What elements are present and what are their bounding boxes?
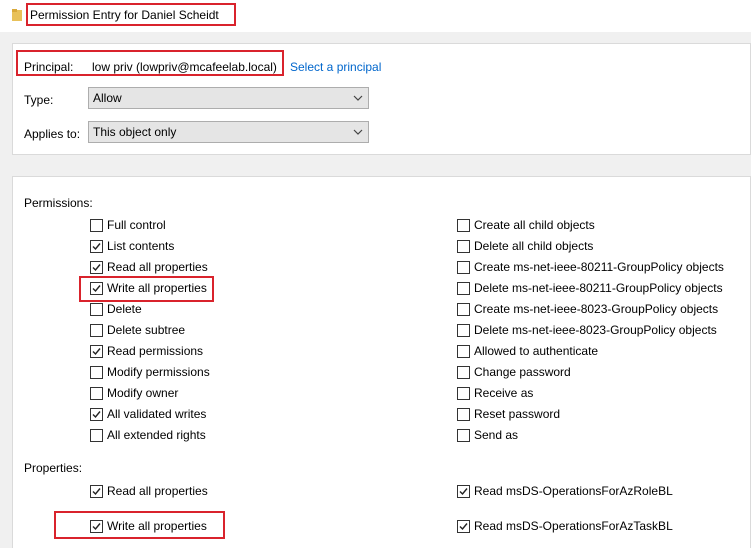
- checkbox-label: Delete subtree: [107, 323, 186, 337]
- title-bar: Permission Entry for Daniel Scheidt: [0, 0, 751, 32]
- checkbox-send-as[interactable]: Send as: [457, 427, 518, 443]
- checkbox-change-password[interactable]: Change password: [457, 364, 571, 380]
- checkbox-label: Read permissions: [107, 344, 204, 358]
- permissions-group: Permissions: Full control List contents Re…: [12, 176, 751, 548]
- type-dropdown-value: Allow: [93, 91, 122, 105]
- checkmark-icon[interactable]: [457, 519, 470, 533]
- checkbox-label: Modify owner: [107, 386, 179, 400]
- checkbox-create-all-child-objects[interactable]: Create all child objects: [457, 217, 595, 233]
- checkbox-label: Read msDS-OperationsForAzRoleBL: [474, 484, 673, 498]
- checkbox-label: Full control: [107, 218, 166, 232]
- checkbox-label: Create all child objects: [474, 218, 595, 232]
- checkbox-box[interactable]: [90, 323, 103, 337]
- checkbox-delete-ms-net-ieee-8023-grouppolicy-objects[interactable]: Delete ms-net-ieee-8023-GroupPolicy obje…: [457, 322, 717, 338]
- checkbox-delete[interactable]: Delete: [90, 301, 142, 317]
- checkbox-box[interactable]: [90, 386, 103, 400]
- principal-value: low priv (lowpriv@mcafeelab.local): [92, 60, 277, 74]
- chevron-down-icon: [353, 95, 363, 101]
- checkbox-label: All validated writes: [107, 407, 207, 421]
- checkbox-label: Read msDS-OperationsForAzTaskBL: [474, 519, 673, 533]
- checkbox-label: Receive as: [474, 386, 534, 400]
- checkbox-box[interactable]: [90, 302, 103, 316]
- checkbox-all-validated-writes[interactable]: All validated writes: [90, 406, 206, 422]
- checkmark-icon[interactable]: [90, 239, 103, 253]
- checkbox-write-all-properties[interactable]: Write all properties: [90, 280, 207, 296]
- checkbox-modify-owner[interactable]: Modify owner: [90, 385, 178, 401]
- checkbox-full-control[interactable]: Full control: [90, 217, 166, 233]
- checkbox-box[interactable]: [457, 260, 470, 274]
- checkbox-read-all-properties[interactable]: Read all properties: [90, 483, 208, 499]
- checkbox-box[interactable]: [90, 365, 103, 379]
- checkbox-delete-all-child-objects[interactable]: Delete all child objects: [457, 238, 593, 254]
- checkbox-receive-as[interactable]: Receive as: [457, 385, 533, 401]
- chevron-down-icon: [353, 129, 363, 135]
- type-dropdown[interactable]: Allow: [88, 87, 369, 109]
- checkbox-write-all-properties[interactable]: Write all properties: [90, 518, 207, 534]
- checkbox-delete-subtree[interactable]: Delete subtree: [90, 322, 185, 338]
- checkbox-box[interactable]: [457, 239, 470, 253]
- checkmark-icon[interactable]: [90, 484, 103, 498]
- checkbox-box[interactable]: [457, 218, 470, 232]
- applies-to-label: Applies to:: [24, 127, 81, 141]
- checkbox-box[interactable]: [457, 365, 470, 379]
- checkbox-box[interactable]: [457, 344, 470, 358]
- select-principal-link[interactable]: Select a principal: [290, 60, 381, 74]
- checkbox-read-msds-operationsforaztaskbl[interactable]: Read msDS-OperationsForAzTaskBL: [457, 518, 673, 534]
- window-title: Permission Entry for Daniel Scheidt: [30, 8, 219, 22]
- checkbox-label: Send as: [474, 428, 519, 442]
- checkbox-label: Delete ms-net-ieee-80211-GroupPolicy obj…: [474, 281, 723, 295]
- principal-label: Principal:: [24, 60, 74, 74]
- checkbox-box[interactable]: [457, 386, 470, 400]
- checkbox-read-msds-operationsforazrolebl[interactable]: Read msDS-OperationsForAzRoleBL: [457, 483, 673, 499]
- top-pane: Principal: low priv (lowpriv@mcafeelab.l…: [0, 32, 751, 166]
- checkbox-label: Reset password: [474, 407, 561, 421]
- checkbox-label: Create ms-net-ieee-8023-GroupPolicy obje…: [474, 302, 719, 316]
- checkbox-label: Delete all child objects: [474, 239, 594, 253]
- checkbox-create-ms-net-ieee-80211-grouppolicy-objects[interactable]: Create ms-net-ieee-80211-GroupPolicy obj…: [457, 259, 724, 275]
- principal-group: Principal: low priv (lowpriv@mcafeelab.l…: [12, 43, 751, 155]
- checkbox-read-all-properties[interactable]: Read all properties: [90, 259, 208, 275]
- bottom-pane: Permissions: Full control List contents Re…: [0, 166, 751, 548]
- checkbox-label: Modify permissions: [107, 365, 210, 379]
- type-label: Type:: [24, 93, 54, 107]
- checkbox-label: Delete ms-net-ieee-8023-GroupPolicy obje…: [474, 323, 717, 337]
- checkbox-modify-permissions[interactable]: Modify permissions: [90, 364, 210, 380]
- checkbox-box[interactable]: [457, 407, 470, 421]
- permissions-heading: Permissions:: [24, 196, 93, 210]
- checkbox-list-contents[interactable]: List contents: [90, 238, 174, 254]
- checkbox-label: Write all properties: [107, 519, 207, 533]
- checkbox-label: Write all properties: [107, 281, 207, 295]
- checkbox-box[interactable]: [457, 302, 470, 316]
- applies-to-dropdown-value: This object only: [93, 125, 177, 139]
- checkbox-label: Change password: [474, 365, 571, 379]
- checkmark-icon[interactable]: [90, 281, 103, 295]
- properties-heading: Properties:: [24, 461, 83, 475]
- checkbox-create-ms-net-ieee-8023-grouppolicy-objects[interactable]: Create ms-net-ieee-8023-GroupPolicy obje…: [457, 301, 718, 317]
- checkbox-label: Read all properties: [107, 260, 208, 274]
- applies-to-dropdown[interactable]: This object only: [88, 121, 369, 143]
- checkmark-icon[interactable]: [90, 260, 103, 274]
- checkbox-box[interactable]: [457, 281, 470, 295]
- checkbox-box[interactable]: [90, 218, 103, 232]
- checkbox-label: Delete: [107, 302, 142, 316]
- checkmark-icon[interactable]: [90, 407, 103, 421]
- checkbox-allowed-to-authenticate[interactable]: Allowed to authenticate: [457, 343, 598, 359]
- checkbox-all-extended-rights[interactable]: All extended rights: [90, 427, 206, 443]
- checkbox-delete-ms-net-ieee-80211-grouppolicy-objects[interactable]: Delete ms-net-ieee-80211-GroupPolicy obj…: [457, 280, 723, 296]
- checkbox-reset-password[interactable]: Reset password: [457, 406, 560, 422]
- checkbox-box[interactable]: [90, 428, 103, 442]
- checkbox-label: Allowed to authenticate: [474, 344, 599, 358]
- checkbox-read-permissions[interactable]: Read permissions: [90, 343, 203, 359]
- checkmark-icon[interactable]: [90, 344, 103, 358]
- checkbox-label: All extended rights: [107, 428, 206, 442]
- checkbox-label: Create ms-net-ieee-80211-GroupPolicy obj…: [474, 260, 724, 274]
- checkmark-icon[interactable]: [457, 484, 470, 498]
- checkbox-box[interactable]: [457, 428, 470, 442]
- checkmark-icon[interactable]: [90, 519, 103, 533]
- checkbox-label: List contents: [107, 239, 175, 253]
- folder-icon: [12, 9, 22, 21]
- checkbox-label: Read all properties: [107, 484, 208, 498]
- checkbox-box[interactable]: [457, 323, 470, 337]
